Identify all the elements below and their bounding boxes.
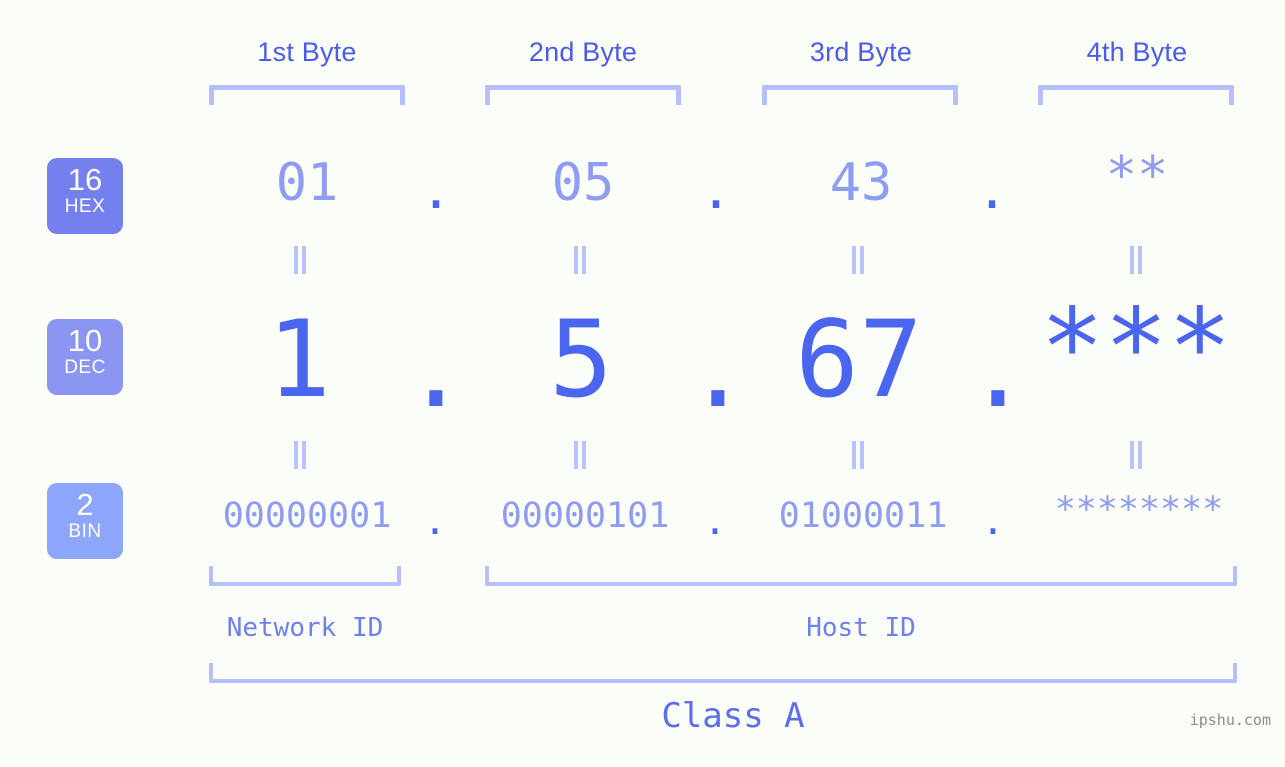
- equals-marker-hex-dec-1: [293, 246, 307, 274]
- host-id-bracket: [485, 566, 1237, 586]
- bin-separator-2: .: [703, 499, 727, 543]
- base-badge-hex-name: HEX: [64, 196, 106, 217]
- equals-marker-hex-dec-2: [573, 246, 587, 274]
- base-badge-dec: 10 DEC: [47, 319, 123, 395]
- equals-marker-dec-bin-2: [573, 441, 587, 469]
- watermark: ipshu.com: [1189, 711, 1271, 729]
- hex-byte-4-value: **: [1105, 146, 1169, 206]
- byte-header-1: 1st Byte: [257, 37, 357, 67]
- bin-byte-1-value: 00000001: [222, 496, 392, 536]
- bin-byte-2-value: 00000101: [500, 496, 670, 536]
- equals-marker-dec-bin-3: [851, 441, 865, 469]
- equals-marker-dec-bin-1: [293, 441, 307, 469]
- byte-bracket-top-3: [762, 85, 958, 105]
- byte-bracket-top-2: [485, 85, 681, 105]
- dec-byte-4-value: ***: [1040, 286, 1232, 409]
- class-label: Class A: [661, 696, 805, 736]
- base-badge-bin: 2 BIN: [47, 483, 123, 559]
- hex-byte-2-value: 05: [551, 153, 615, 213]
- dec-separator-2: .: [686, 308, 750, 431]
- base-badge-hex-number: 16: [67, 162, 103, 197]
- hex-separator-2: .: [700, 161, 732, 221]
- equals-marker-hex-dec-3: [851, 246, 865, 274]
- base-badge-bin-number: 2: [76, 487, 94, 522]
- base-badge-dec-number: 10: [67, 323, 103, 358]
- equals-marker-dec-bin-4: [1129, 441, 1143, 469]
- byte-header-4: 4th Byte: [1086, 37, 1188, 67]
- network-id-bracket: [209, 566, 401, 586]
- base-badge-bin-name: BIN: [68, 521, 102, 542]
- byte-header-3: 3rd Byte: [809, 37, 913, 67]
- bin-separator-1: .: [423, 499, 447, 543]
- class-bracket: [209, 663, 1237, 683]
- dec-separator-3: .: [966, 308, 1030, 431]
- hex-byte-3-value: 43: [829, 153, 893, 213]
- dec-byte-2-value: 5: [549, 298, 613, 421]
- byte-bracket-top-4: [1038, 85, 1234, 105]
- byte-bracket-top-1: [209, 85, 405, 105]
- byte-header-2: 2nd Byte: [528, 37, 638, 67]
- hex-separator-1: .: [420, 161, 452, 221]
- dec-byte-3-value: 67: [795, 298, 923, 421]
- base-badge-dec-name: DEC: [64, 357, 106, 378]
- equals-marker-hex-dec-4: [1129, 246, 1143, 274]
- bin-separator-3: .: [981, 499, 1005, 543]
- hex-byte-1-value: 01: [275, 153, 339, 213]
- ip-breakdown-diagram: 1st Byte 2nd Byte 3rd Byte 4th Byte 16 H…: [0, 0, 1285, 767]
- dec-byte-1-value: 1: [267, 298, 331, 421]
- network-id-label: Network ID: [226, 613, 384, 643]
- bin-byte-3-value: 01000011: [778, 496, 948, 536]
- bin-byte-4-value: ********: [1054, 490, 1224, 530]
- host-id-label: Host ID: [806, 613, 916, 643]
- base-badge-hex: 16 HEX: [47, 158, 123, 234]
- dec-separator-1: .: [404, 308, 468, 431]
- hex-separator-3: .: [976, 161, 1008, 221]
